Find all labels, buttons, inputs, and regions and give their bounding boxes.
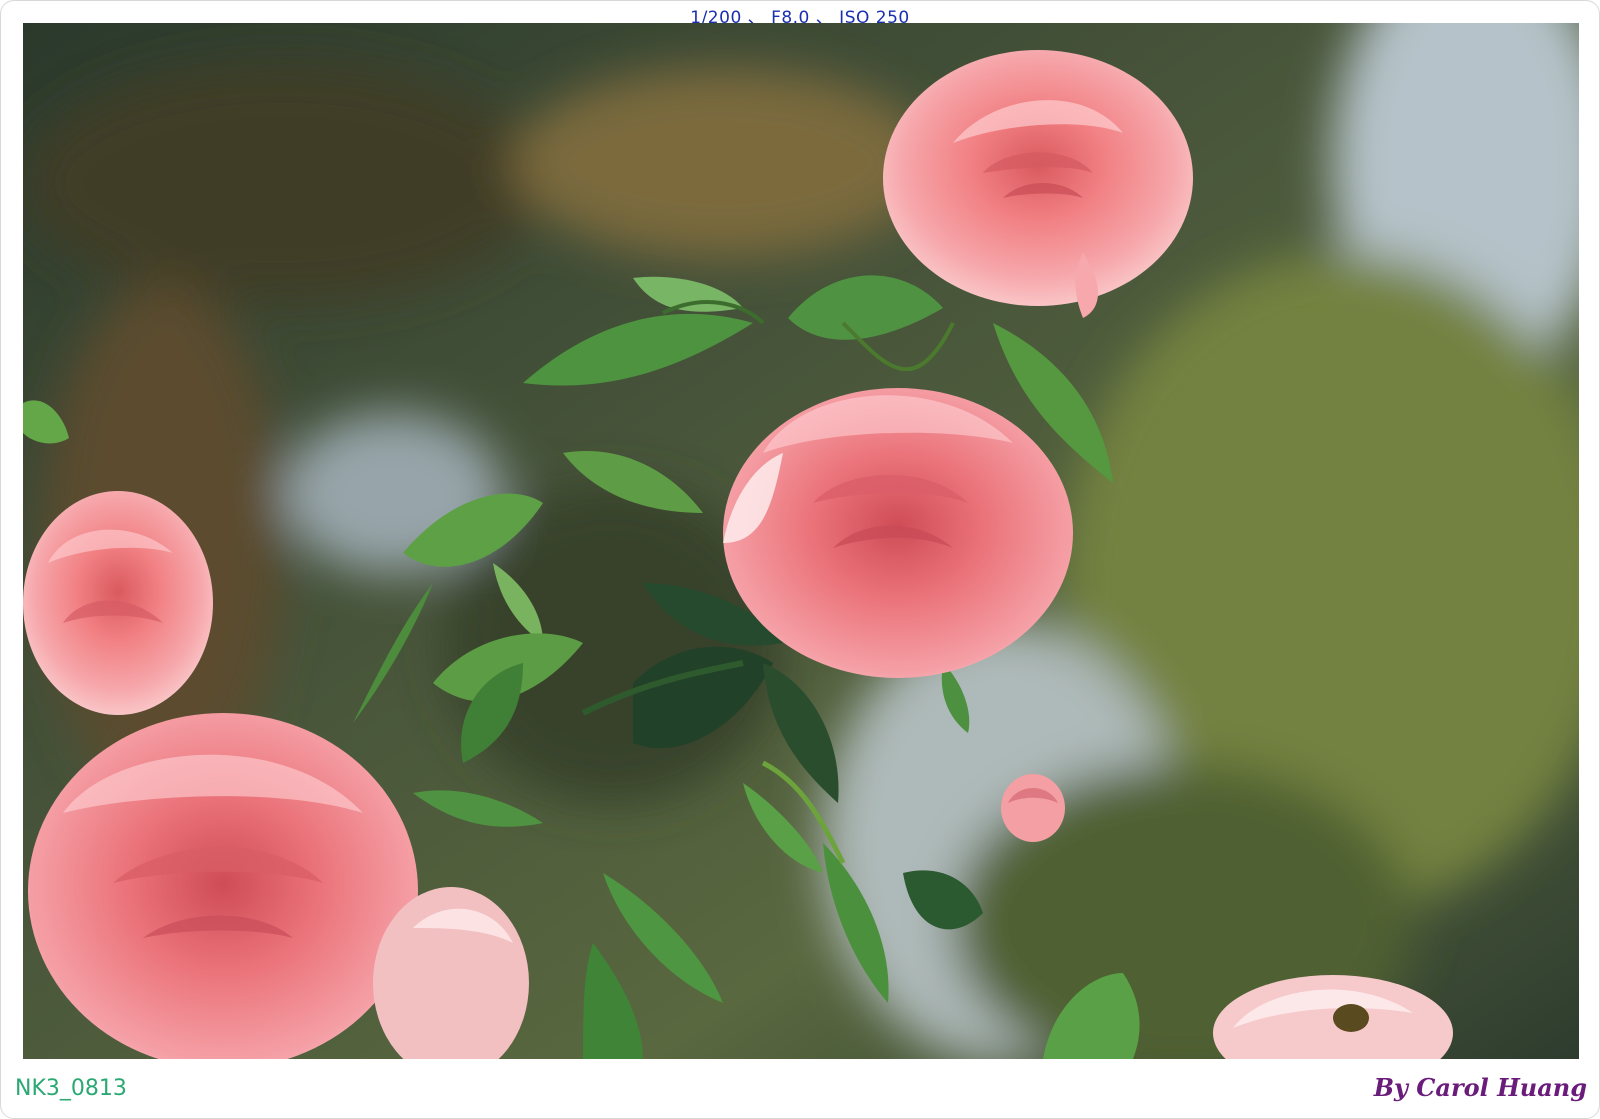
- rose-photo-art: [23, 23, 1579, 1059]
- rose-photo: [23, 23, 1579, 1059]
- file-name-label: NK3_0813: [15, 1076, 127, 1101]
- photo-frame: 1/200 、 F8.0 、 ISO 250 NK3_0813 By Carol…: [0, 0, 1600, 1119]
- rose-left: [23, 491, 213, 715]
- rose-bud: [1001, 774, 1065, 842]
- rose-center: [723, 388, 1073, 678]
- photographer-signature: By Carol Huang: [1373, 1073, 1587, 1102]
